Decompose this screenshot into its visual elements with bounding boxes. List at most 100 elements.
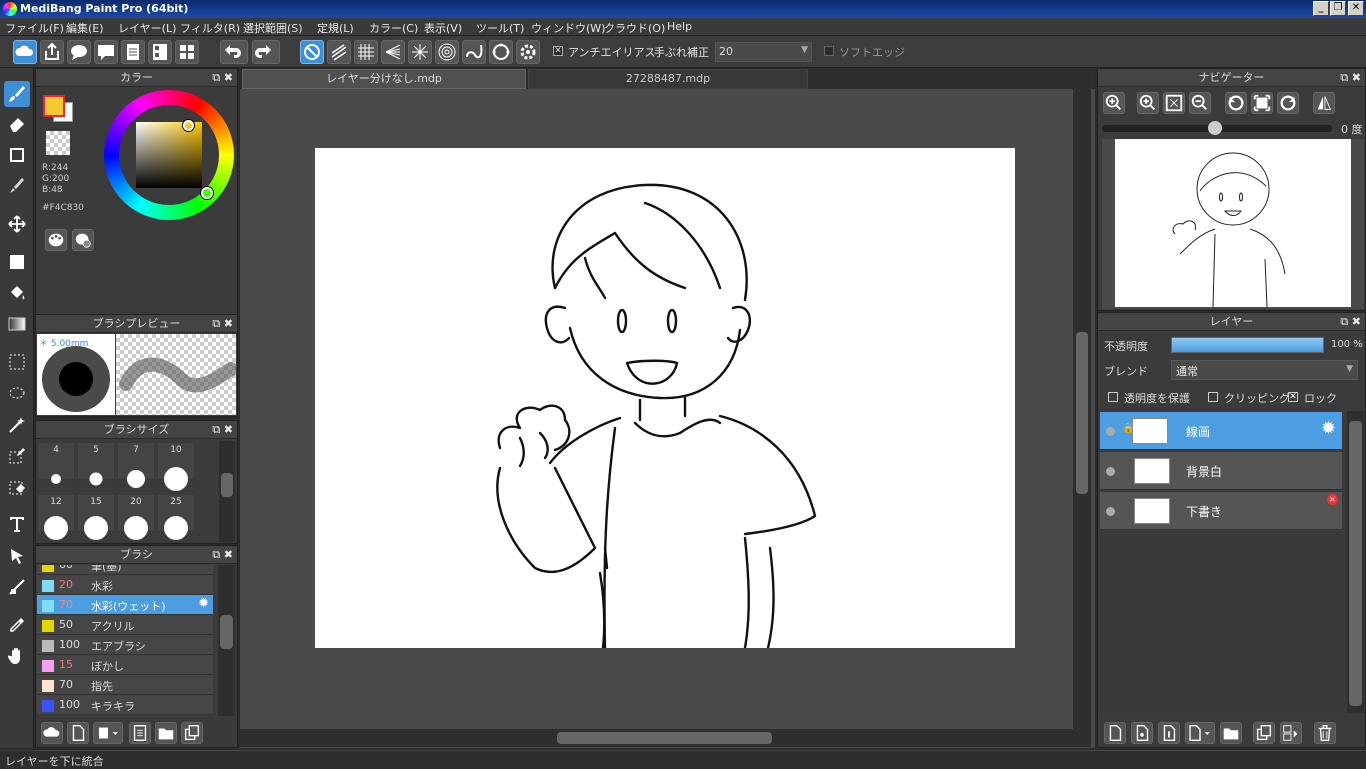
zoom-in-step-button[interactable] <box>1137 92 1159 114</box>
snap-off-button[interactable] <box>300 40 324 64</box>
cross-snap-button[interactable] <box>354 40 378 64</box>
panel-float-close-icon[interactable]: ⧉ ✖ <box>212 315 233 332</box>
brush-item[interactable]: 50 アクリル <box>37 615 213 635</box>
canvas-h-scrollbar[interactable] <box>240 729 1091 747</box>
divide-tool[interactable] <box>4 574 30 600</box>
zoom-out-button[interactable] <box>1189 92 1211 114</box>
lock-checkbox[interactable]: ✕ <box>1288 392 1298 402</box>
saturation-value-square[interactable] <box>136 122 202 188</box>
layer-scrollbar[interactable] <box>1347 411 1364 713</box>
brush-list-scrollbar[interactable] <box>218 565 235 716</box>
menu-window[interactable]: ウィンドウ(W) <box>531 20 605 36</box>
new-brush-button[interactable] <box>67 722 89 744</box>
blur-brush-tool[interactable] <box>4 172 30 198</box>
soft-edge-checkbox[interactable] <box>824 46 834 56</box>
select-tool[interactable] <box>4 349 30 375</box>
text-tool[interactable] <box>4 511 30 537</box>
panel-float-close-icon[interactable]: ⧉ ✖ <box>1340 69 1361 86</box>
brush-item[interactable]: 100 キラキラ <box>37 695 213 715</box>
bucket-tool[interactable] <box>4 280 30 306</box>
brush-item[interactable]: 60筆(墨) <box>37 565 213 575</box>
sv-picker-handle[interactable] <box>183 120 194 131</box>
brush-folder-button[interactable] <box>155 722 177 744</box>
palette-button[interactable] <box>45 229 67 251</box>
menu-color[interactable]: カラー(C) <box>369 20 418 36</box>
cloud-save-button[interactable] <box>13 40 37 64</box>
vanishing-snap-button[interactable] <box>381 40 405 64</box>
merge-down-button[interactable] <box>1280 722 1302 744</box>
eyedropper-tool[interactable] <box>4 612 30 638</box>
menu-ruler[interactable]: 定規(L) <box>317 20 354 36</box>
brush-item[interactable]: 15 ぼかし <box>37 655 213 675</box>
eraser-tool[interactable] <box>4 111 30 137</box>
opacity-slider[interactable] <box>1171 337 1324 353</box>
drawing-canvas[interactable] <box>315 148 1015 650</box>
stabilizer-select[interactable]: 20 ▼ <box>715 42 812 62</box>
duplicate-brush-button[interactable] <box>181 722 203 744</box>
zoom-in-button[interactable] <box>1103 92 1125 114</box>
move-tool[interactable] <box>4 211 30 237</box>
fill-shape-tool[interactable] <box>4 249 30 275</box>
new-layer-button[interactable] <box>1104 722 1126 744</box>
menu-edit[interactable]: 編集(E) <box>66 20 104 36</box>
menu-layer[interactable]: レイヤー(L) <box>118 20 176 36</box>
gradient-tool[interactable] <box>4 311 30 337</box>
layer-row-lineart[interactable]: 🔒 線画 ✹ <box>1100 412 1342 450</box>
navigator-preview[interactable] <box>1102 139 1364 309</box>
panel-float-close-icon[interactable]: ⧉ ✖ <box>212 69 233 86</box>
panel-float-close-icon[interactable]: ⧉ ✖ <box>212 421 233 438</box>
select-eraser-tool[interactable] <box>4 474 30 500</box>
page-button[interactable] <box>121 40 145 64</box>
menu-view[interactable]: 表示(V) <box>424 20 462 36</box>
blend-mode-select[interactable]: 通常 ▼ <box>1171 360 1358 380</box>
grid-button[interactable] <box>175 40 199 64</box>
select-pen-tool[interactable] <box>4 443 30 469</box>
clipping-checkbox[interactable] <box>1208 392 1218 402</box>
rotate-right-button[interactable] <box>1277 92 1299 114</box>
layer-row-background[interactable]: 背景白 <box>1100 452 1342 490</box>
menu-selection[interactable]: 選択範囲(S) <box>243 20 303 36</box>
snap-settings-button[interactable] <box>516 40 540 64</box>
comment-button[interactable] <box>67 40 91 64</box>
concentric-snap-button[interactable] <box>435 40 459 64</box>
gear-icon[interactable]: ✹ <box>198 596 209 611</box>
brush-item-selected[interactable]: 70 水彩(ウェット) ✹ <box>37 595 213 615</box>
parallel-snap-button[interactable] <box>327 40 351 64</box>
restore-button[interactable]: ❐ <box>1330 1 1346 16</box>
layer-row-sketch[interactable]: 下書き ✕ <box>1100 492 1342 530</box>
new-1bit-layer-button[interactable] <box>1158 722 1180 744</box>
circle-snap-button[interactable] <box>489 40 513 64</box>
radial-snap-button[interactable] <box>408 40 432 64</box>
tab-document-1[interactable]: レイヤー分けなし.mdp <box>242 69 526 89</box>
brush-menu-button[interactable] <box>93 722 123 744</box>
reset-rotation-button[interactable] <box>1251 92 1273 114</box>
menu-filter[interactable]: フィルタ(R) <box>180 20 240 36</box>
dot-tool[interactable] <box>4 142 30 168</box>
antialias-checkbox[interactable]: ✕ <box>553 46 563 56</box>
menu-file[interactable]: ファイル(F) <box>5 20 64 36</box>
brush-item[interactable]: 100 エアブラシ <box>37 635 213 655</box>
brush-item[interactable]: 70 指先 <box>37 675 213 695</box>
hand-tool[interactable] <box>4 643 30 669</box>
undo-button[interactable] <box>220 40 248 64</box>
panel-float-close-icon[interactable]: ⧉ ✖ <box>1340 313 1361 330</box>
lasso-tool[interactable] <box>4 381 30 407</box>
transparent-color-swatch[interactable] <box>46 131 70 155</box>
visibility-eye-icon[interactable] <box>1106 467 1115 476</box>
new-halftone-layer-button[interactable] <box>1131 722 1153 744</box>
menu-help[interactable]: Help <box>667 20 692 33</box>
menu-tool[interactable]: ツール(T) <box>476 20 524 36</box>
hue-picker-handle[interactable] <box>201 187 213 199</box>
add-cloud-brush-button[interactable] <box>41 722 63 744</box>
palette-settings-button[interactable] <box>72 229 94 251</box>
brush-settings-button[interactable] <box>129 722 151 744</box>
protect-alpha-checkbox[interactable] <box>1108 392 1118 402</box>
page-list-button[interactable] <box>148 40 172 64</box>
panel-float-close-icon[interactable]: ⧉ ✖ <box>212 546 233 563</box>
tab-document-2[interactable]: 27288487.mdp <box>528 69 808 89</box>
brush-tool[interactable] <box>4 81 30 107</box>
visibility-eye-icon[interactable] <box>1106 507 1115 516</box>
share-button[interactable] <box>40 40 64 64</box>
rotate-left-button[interactable] <box>1225 92 1247 114</box>
canvas-v-scrollbar[interactable] <box>1073 89 1091 734</box>
